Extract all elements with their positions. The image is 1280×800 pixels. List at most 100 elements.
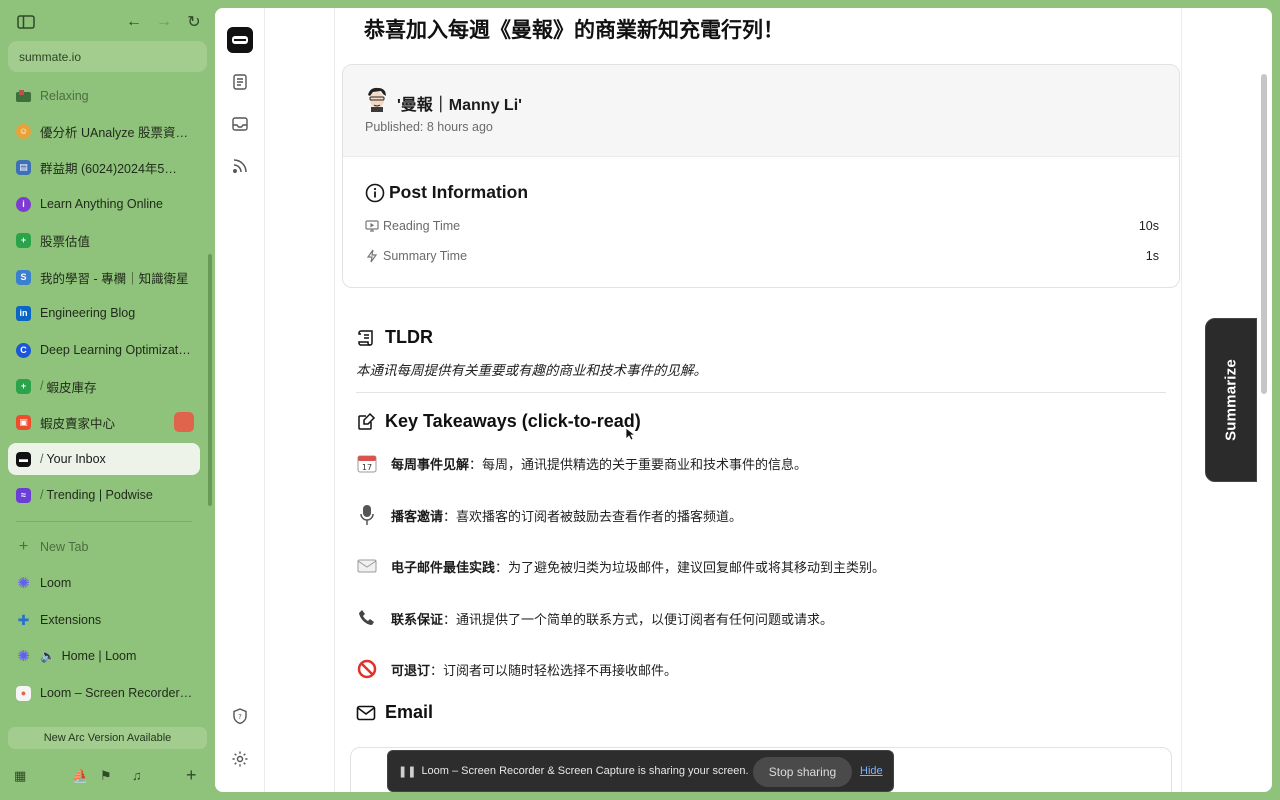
sidebar-tab-your-inbox[interactable]: ▬ / Your Inbox (8, 443, 200, 475)
page-title: 恭喜加入每週《曼報》的商業新知充電行列！ (364, 19, 784, 42)
forward-arrow-icon[interactable]: → (154, 12, 174, 32)
microphone-emoji-icon (356, 504, 378, 526)
stop-sharing-button[interactable]: Stop sharing (753, 757, 852, 787)
pinned-extensions[interactable]: ✚ Extensions (8, 604, 200, 636)
sidebar-divider (16, 521, 192, 522)
post-information-heading: Post Information (365, 182, 528, 203)
takeaway-item[interactable]: 电子邮件最佳实践 ：为了避免被归类为垃圾邮件，建议回复邮件或将其移动到主类别。 (356, 555, 885, 577)
sidebar-scrollbar[interactable] (208, 254, 212, 506)
author-name[interactable]: '曼報｜Manny Li' (397, 91, 522, 115)
loom-icon: ✺ (17, 648, 30, 665)
pinned-home-loom[interactable]: ✺ 🔈 Home | Loom (8, 640, 200, 672)
archive-icon[interactable]: ▦ (14, 768, 26, 784)
sidebar-tab-uanalyze[interactable]: ☺ 優分析 UAnalyze 股票資… (8, 115, 200, 147)
loom-icon: ✺ (17, 575, 30, 592)
settings-gear-icon[interactable] (228, 747, 252, 771)
key-takeaways-heading[interactable]: Key Takeaways (click-to-read) (356, 411, 641, 432)
takeaway-item[interactable]: 17 每周事件见解 ：每周，通讯提供精选的关于重要商业和技术事件的信息。 (356, 452, 807, 474)
sidebar-tab-relaxing[interactable]: Relaxing (8, 80, 200, 112)
space-icon-1[interactable]: ⛵ (72, 768, 88, 784)
pinned-loom[interactable]: ✺ Loom (8, 567, 200, 599)
linkedin-icon: in (16, 305, 31, 321)
mail-icon (356, 705, 376, 720)
app-left-rail: ? (215, 8, 265, 792)
learn-favicon-icon: i (16, 196, 31, 212)
sidebar-tab-qunyi[interactable]: ▤ 群益期 (6024)2024年5… (8, 151, 200, 183)
summary-time-row: Summary Time 1s (365, 249, 1159, 263)
puzzle-icon: ✚ (17, 611, 30, 628)
hide-share-bar-link[interactable]: Hide (860, 765, 883, 777)
screen-share-bar: ❚❚ Loom – Screen Recorder & Screen Captu… (387, 750, 894, 792)
takeaway-item[interactable]: 联系保证 ：通讯提供了一个简单的联系方式，以便订阅者有任何问题或请求。 (356, 607, 833, 629)
content-border-left (334, 8, 335, 792)
folder-flag-icon (16, 89, 31, 104)
web-content-frame: ? 恭喜加入每週《曼報》的商業新知充電行列！ '曼報｜Manny Li' Pub… (215, 8, 1272, 792)
tldr-heading: TLDR (356, 327, 433, 348)
add-space-icon[interactable]: + (186, 765, 197, 786)
takeaway-item[interactable]: 可退订 ：订阅者可以随时轻松选择不再接收邮件。 (356, 658, 677, 680)
shield-help-icon[interactable]: ? (228, 704, 252, 728)
sidebar-tab-my-learning[interactable]: S 我的學習 - 專欄｜知識衛星 (8, 261, 200, 293)
sidebar-bottom-bar: ▦ ⛵ ⚑ ♫ + (12, 765, 207, 788)
lightning-icon (366, 249, 378, 263)
toggle-sidebar-icon[interactable] (16, 12, 36, 32)
coursera-icon: C (16, 342, 31, 358)
back-arrow-icon[interactable]: ← (124, 12, 144, 32)
document-favicon-icon: ▤ (16, 159, 31, 175)
podwise-favicon-icon: ≈ (16, 487, 31, 503)
content-border-right (1181, 8, 1182, 792)
shopee-icon: ▣ (16, 414, 31, 430)
monitor-icon (365, 220, 379, 232)
notification-badge (174, 412, 194, 432)
takeaway-item[interactable]: 播客邀请 ：喜欢播客的订阅者被鼓励去查看作者的播客频道。 (356, 504, 742, 526)
music-icon[interactable]: ♫ (132, 768, 142, 783)
reading-time-row: Reading Time 10s (365, 219, 1159, 233)
sidebar-toolbar: ← → ↻ (16, 12, 201, 32)
email-heading: Email (356, 702, 433, 723)
published-time: Published: 8 hours ago (365, 120, 493, 134)
speaker-icon: 🔈 (40, 648, 56, 663)
mouse-cursor-icon (625, 427, 635, 441)
plus-icon: + (18, 538, 29, 555)
summate-logo-icon[interactable] (227, 27, 253, 53)
loom-recorder-icon: ● (16, 685, 31, 701)
scroll-icon (358, 329, 373, 346)
author-avatar[interactable] (365, 86, 389, 112)
summarize-button[interactable]: Summarize (1205, 318, 1257, 482)
arc-sidebar: ← → ↻ summate.io Relaxing ☺ 優分析 UAnalyze… (0, 0, 215, 800)
space-icon-2[interactable]: ⚑ (100, 768, 112, 784)
pause-icon: ❚❚ (398, 765, 417, 778)
section-divider (356, 392, 1166, 393)
articles-icon[interactable] (228, 70, 252, 94)
url-bar[interactable]: summate.io (8, 41, 207, 72)
sidebar-tab-shopee-inventory[interactable]: + / 蝦皮庫存 (8, 370, 200, 402)
sidebar-tab-engineering-blog[interactable]: in Engineering Blog (8, 297, 200, 329)
calendar-emoji-icon: 17 (356, 452, 378, 474)
share-message: Loom – Screen Recorder & Screen Capture … (421, 765, 749, 777)
uanalyze-favicon-icon: ☺ (16, 123, 31, 139)
reload-icon[interactable]: ↻ (184, 12, 204, 32)
no-entry-emoji-icon (356, 658, 378, 680)
summate-favicon-icon: ▬ (16, 451, 31, 467)
envelope-emoji-icon (356, 555, 378, 577)
svg-text:?: ? (238, 713, 242, 721)
post-card: '曼報｜Manny Li' Published: 8 hours ago Pos… (342, 64, 1180, 288)
svg-text:17: 17 (362, 463, 372, 472)
sidebar-tab-shopee-seller[interactable]: ▣ 蝦皮賣家中心 (8, 406, 200, 438)
post-header: '曼報｜Manny Li' Published: 8 hours ago (343, 65, 1179, 157)
notepad-edit-icon (358, 412, 376, 430)
sidebar-tab-learn-anything[interactable]: i Learn Anything Online (8, 188, 200, 220)
tldr-text: 本通讯每周提供有关重要或有趣的商业和技术事件的见解。 (356, 363, 707, 378)
inbox-icon[interactable] (228, 112, 252, 136)
page-scrollbar[interactable] (1261, 74, 1267, 394)
knowledge-favicon-icon: S (16, 269, 31, 285)
update-banner[interactable]: New Arc Version Available (8, 727, 207, 749)
sidebar-tab-deep-learning[interactable]: C Deep Learning Optimizat… (8, 334, 200, 366)
sidebar-tab-stock-valuation[interactable]: + 股票估值 (8, 224, 200, 256)
telephone-emoji-icon (356, 607, 378, 629)
pinned-loom-recorder[interactable]: ● Loom – Screen Recorder… (8, 677, 200, 709)
plus-sheet-favicon-icon: + (16, 232, 31, 248)
sidebar-tab-podwise[interactable]: ≈ / Trending | Podwise (8, 479, 200, 511)
rss-icon[interactable] (228, 154, 252, 178)
new-tab-button[interactable]: + New Tab (8, 531, 200, 563)
